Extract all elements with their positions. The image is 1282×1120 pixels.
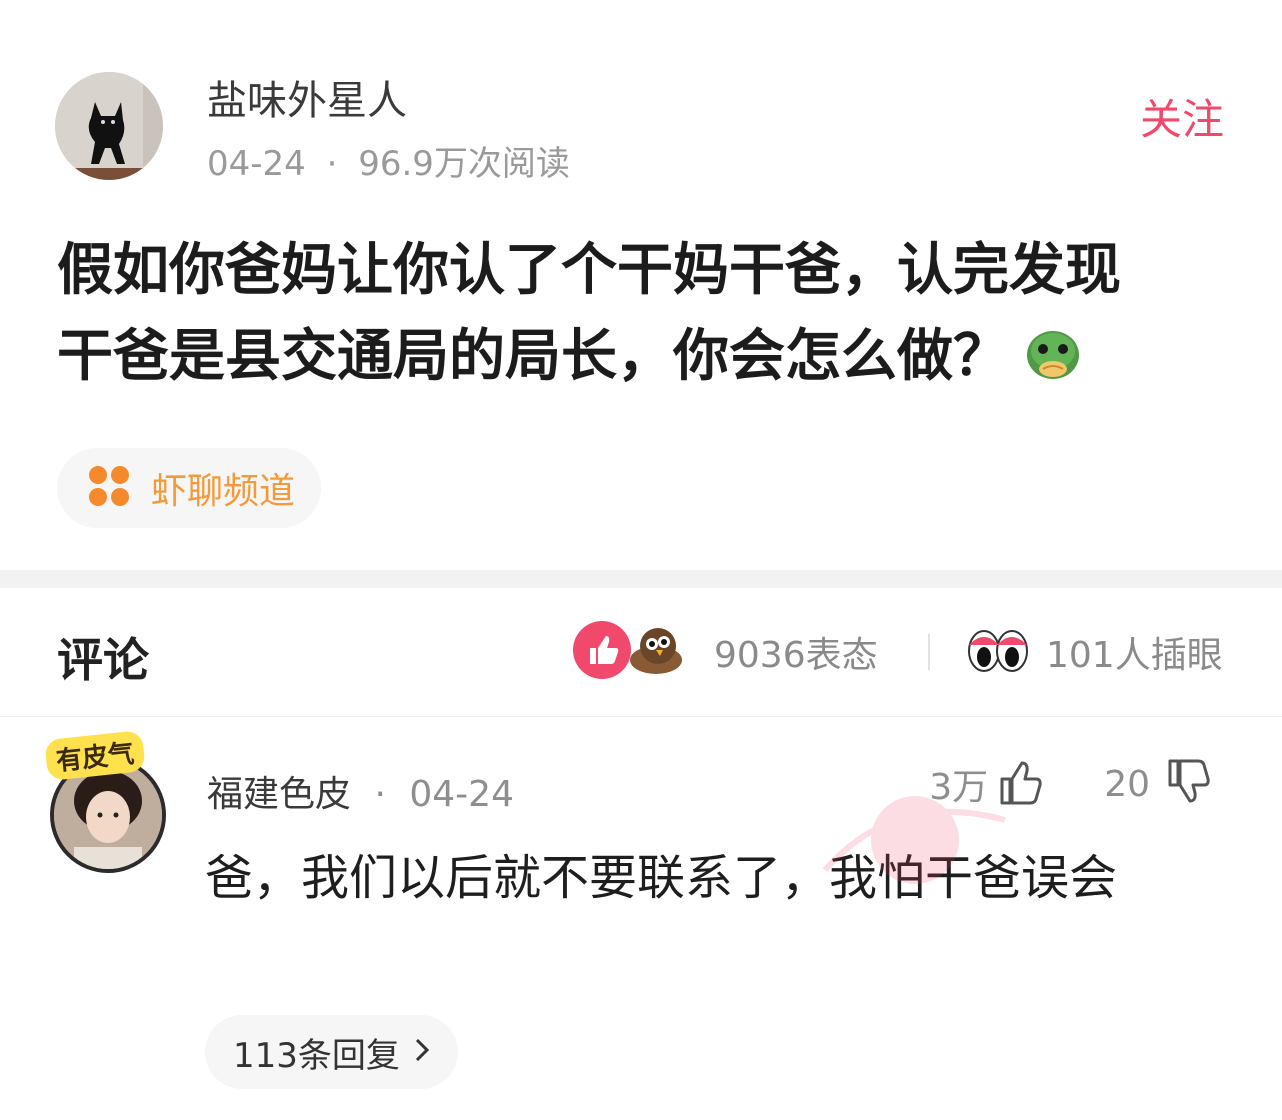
eyes-icon	[966, 625, 1030, 679]
author-name[interactable]: 盐味外星人	[207, 68, 407, 126]
comments-header: 评论 9036表态 101人插眼	[0, 588, 1282, 717]
frog-face-icon	[1021, 321, 1085, 410]
comment-actions: 3万 20	[929, 757, 1212, 811]
replies-button[interactable]: 113条回复	[205, 1015, 458, 1089]
chevron-right-icon	[414, 1037, 430, 1067]
channel-label: 虾聊频道	[151, 471, 296, 512]
eyes-count: 101人插眼	[1046, 635, 1223, 676]
post-meta: 04-24 · 96.9万次阅读	[207, 136, 570, 185]
post-card: 盐味外星人 04-24 · 96.9万次阅读 关注 假如你爸妈让你认了个干妈干爸…	[0, 0, 1282, 570]
meta-separator: ·	[326, 144, 338, 184]
four-dots-icon	[87, 464, 131, 512]
commenter-name[interactable]: 福建色皮	[207, 774, 351, 815]
dislike-count: 20	[1104, 763, 1150, 805]
post-body-line-2: 干爸是县交通局的局长，你会怎么做？	[57, 314, 1237, 410]
thumbs-up-icon	[996, 757, 1044, 811]
post-date: 04-24	[207, 144, 306, 184]
comments-title: 评论	[57, 633, 149, 687]
author-avatar[interactable]	[55, 72, 163, 180]
post-body-line: 假如你爸妈让你认了个干妈干爸，认完发现	[57, 238, 1121, 303]
channel-chip[interactable]: 虾聊频道	[57, 448, 322, 528]
like-button[interactable]: 3万	[929, 757, 1044, 811]
read-count: 96.9万次阅读	[358, 144, 570, 184]
section-divider	[0, 570, 1282, 588]
like-count: 3万	[929, 767, 989, 808]
thumbs-down-icon	[1164, 757, 1212, 811]
dislike-button[interactable]: 20	[1104, 757, 1212, 811]
comment-meta-separator: ·	[374, 774, 386, 815]
header-separator	[928, 634, 930, 670]
eyes-summary[interactable]: 101人插眼	[966, 622, 1223, 682]
comment-date: 04-24	[409, 774, 514, 815]
follow-button[interactable]: 关注	[1140, 86, 1224, 147]
comment-meta: 福建色皮 · 04-24	[207, 765, 514, 817]
thumbs-up-reaction-icon	[572, 620, 632, 684]
comment-item: 有皮气 福建色皮 · 04-24 3万 20 爸，我们以后就不要联系了，我怕干爸…	[0, 717, 1282, 1120]
reactions-count: 9036表态	[714, 635, 878, 676]
post-body-text: 干爸是县交通局的局长，你会怎么做？	[57, 324, 1009, 389]
owl-reaction-icon	[626, 620, 686, 684]
replies-label: 113条回复	[233, 1035, 400, 1076]
reactions-summary[interactable]: 9036表态	[572, 620, 878, 684]
post-body: 假如你爸妈让你认了个干妈干爸，认完发现 干爸是县交通局的局长，你会怎么做？	[57, 228, 1237, 410]
comment-text: 爸，我们以后就不要联系了，我怕干爸误会	[205, 850, 1118, 906]
